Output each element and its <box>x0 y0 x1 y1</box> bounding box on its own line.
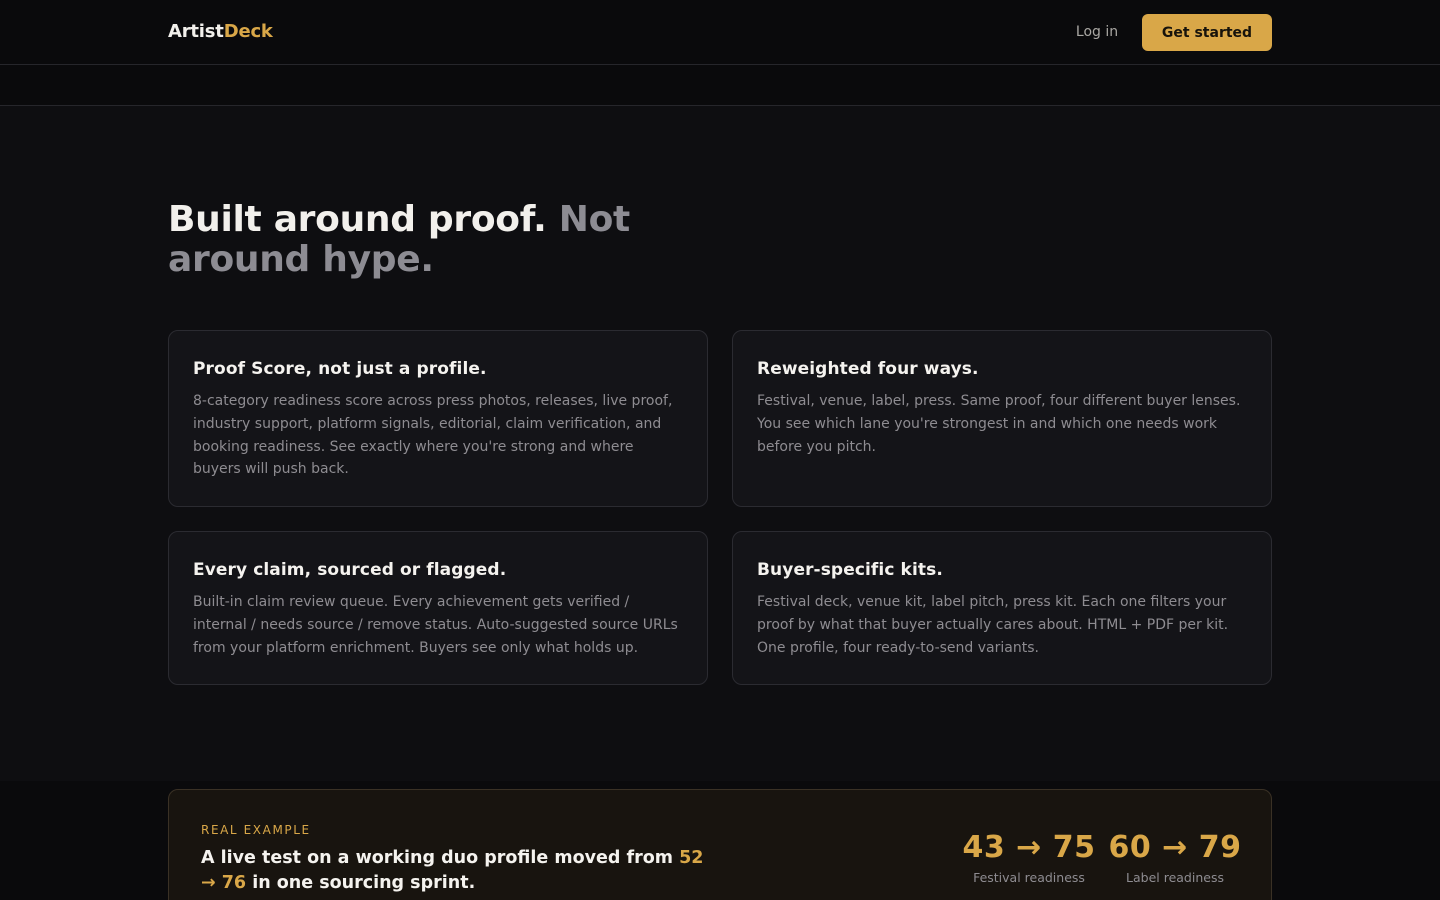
feature-card-claims: Every claim, sourced or flagged. Built-i… <box>168 531 708 685</box>
feature-title: Every claim, sourced or flagged. <box>193 560 507 580</box>
sub-navigation-bar <box>0 65 1440 106</box>
example-text-after: in one sourcing sprint. <box>252 873 476 893</box>
stat-value: 43 → 75 <box>962 830 1096 865</box>
feature-description: Built-in claim review queue. Every achie… <box>193 594 678 656</box>
feature-description: Festival, venue, label, press. Same proo… <box>757 393 1241 455</box>
top-navigation: ArtistDeck Log in Get started <box>0 0 1440 65</box>
feature-title: Proof Score, not just a profile. <box>193 359 487 379</box>
feature-title: Buyer-specific kits. <box>757 560 943 580</box>
feature-title: Reweighted four ways. <box>757 359 979 379</box>
feature-card-proof-score: Proof Score, not just a profile. 8-categ… <box>168 330 708 507</box>
real-example-panel: REAL EXAMPLE A live test on a working du… <box>168 789 1272 900</box>
example-eyebrow: REAL EXAMPLE <box>201 823 311 837</box>
get-started-button[interactable]: Get started <box>1142 14 1272 51</box>
stat-caption: Festival readiness <box>973 870 1085 885</box>
logo-text-artist: Artist <box>168 21 224 42</box>
feature-description: 8-category readiness score across press … <box>193 393 673 478</box>
feature-description: Festival deck, venue kit, label pitch, p… <box>757 594 1229 656</box>
stat-festival-readiness: 43 → 75 Festival readiness <box>959 830 1099 886</box>
feature-card-reweighted: Reweighted four ways. Festival, venue, l… <box>732 330 1272 507</box>
headline-strong: Built around proof. <box>168 199 547 240</box>
login-link[interactable]: Log in <box>1062 14 1132 50</box>
example-text-before: A live test on a working duo profile mov… <box>201 848 673 868</box>
logo[interactable]: ArtistDeck <box>168 20 273 44</box>
stat-label-readiness: 60 → 79 Label readiness <box>1105 830 1245 886</box>
example-summary: A live test on a working duo profile mov… <box>201 846 721 896</box>
feature-card-buyer-kits: Buyer-specific kits. Festival deck, venu… <box>732 531 1272 685</box>
section-headline: Built around proof. Not around hype. <box>168 200 688 280</box>
stat-caption: Label readiness <box>1126 870 1224 885</box>
logo-text-deck: Deck <box>223 21 273 42</box>
stat-value: 60 → 79 <box>1108 830 1242 865</box>
